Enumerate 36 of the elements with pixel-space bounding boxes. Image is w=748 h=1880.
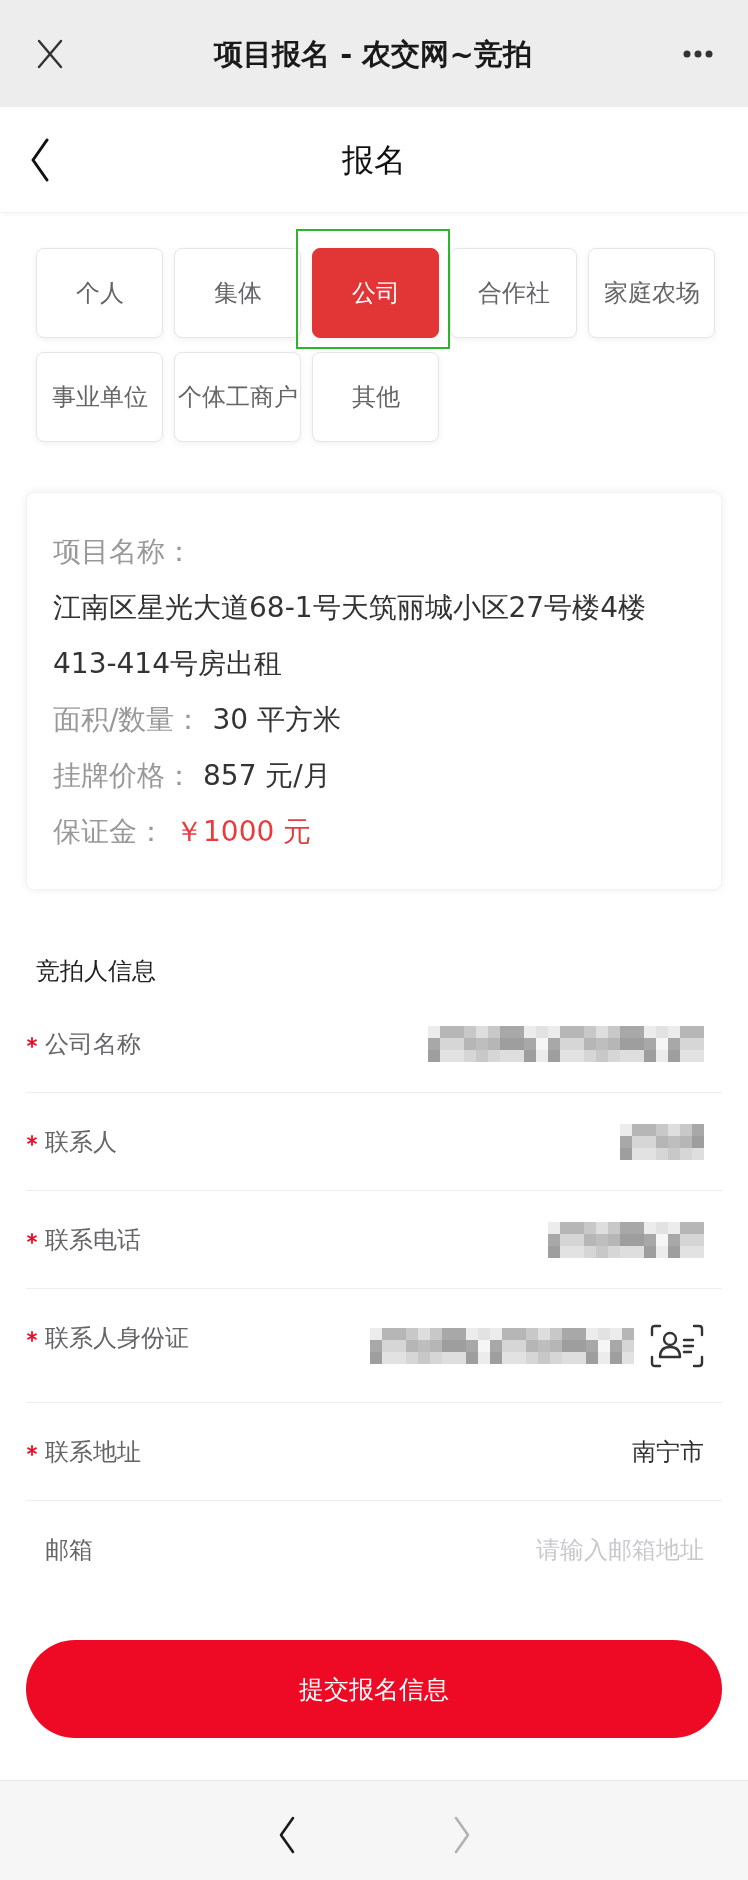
back-icon[interactable]: [30, 137, 50, 182]
pixelated-input-field[interactable]: [620, 1124, 704, 1160]
page-title: 项目报名 - 农交网~竞拍: [214, 35, 532, 73]
form-label: 联系地址: [45, 1438, 141, 1466]
form-label: 联系人: [45, 1128, 117, 1156]
section-title: 竞拍人信息: [36, 956, 156, 987]
entity-type-tab[interactable]: 集体: [174, 248, 301, 338]
pixelated-input-field[interactable]: [370, 1328, 634, 1364]
detail-value: 30 平方米: [212, 702, 341, 738]
form-label: 联系人身份证: [45, 1324, 189, 1352]
form-label: 邮箱: [45, 1536, 93, 1564]
entity-type-tab[interactable]: 个体工商户: [174, 352, 301, 442]
pixelated-input-field[interactable]: [428, 1026, 704, 1062]
text-input-field[interactable]: 南宁市: [161, 1438, 704, 1466]
more-icon[interactable]: [683, 49, 713, 58]
back-arrow-icon[interactable]: [278, 1815, 295, 1854]
entity-type-tab[interactable]: 个人: [36, 248, 163, 338]
id-card-scan-icon[interactable]: [650, 1324, 704, 1368]
detail-label: 面积/数量：: [53, 702, 203, 738]
pixelated-input-field[interactable]: [548, 1222, 704, 1258]
detail-label: 保证金：: [53, 814, 165, 850]
detail-value: 857 元/月: [203, 758, 331, 794]
form-label: 公司名称: [45, 1030, 141, 1058]
submit-button[interactable]: 提交报名信息: [26, 1640, 722, 1738]
detail-value: ￥1000 元: [175, 814, 312, 850]
entity-type-tab[interactable]: 家庭农场: [588, 248, 715, 338]
form-label: 联系电话: [45, 1226, 141, 1254]
project-name-label: 项目名称：: [53, 534, 193, 570]
nav-title: 报名: [342, 139, 406, 180]
detail-label: 挂牌价格：: [53, 758, 193, 794]
entity-type-tab[interactable]: 合作社: [450, 248, 577, 338]
close-icon[interactable]: [37, 38, 63, 69]
project-name: 江南区星光大道68-1号天筑丽城小区27号楼4楼413-414号房出租: [53, 590, 647, 682]
entity-type-tab[interactable]: 公司: [312, 248, 439, 338]
entity-type-tab[interactable]: 事业单位: [36, 352, 163, 442]
entity-type-tab[interactable]: 其他: [312, 352, 439, 442]
